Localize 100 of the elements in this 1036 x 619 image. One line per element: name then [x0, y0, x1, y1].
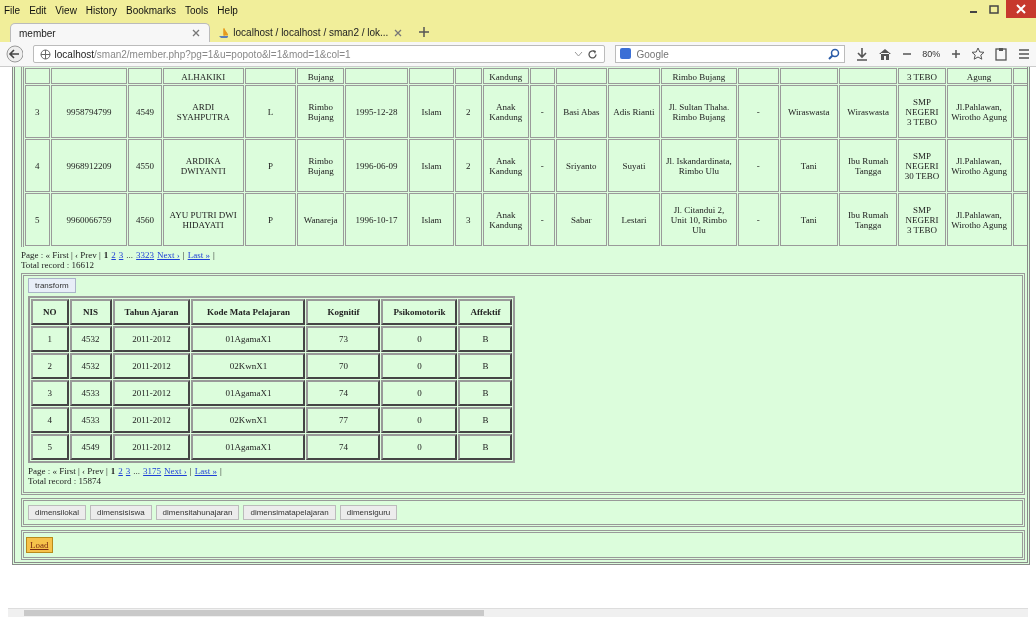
table-cell: 4533	[69, 407, 112, 433]
table-cell: L	[244, 85, 297, 138]
star-icon[interactable]	[971, 47, 985, 61]
table-cell: 02KwnX1	[191, 407, 306, 433]
table-cell: 9958794799	[50, 85, 128, 138]
table-cell: Anak Kandung	[482, 193, 529, 246]
sailboat-icon	[218, 26, 229, 39]
menu-item[interactable]: Help	[217, 4, 238, 16]
column-header: Psikomotorik	[381, 299, 458, 325]
table-cell: -	[738, 193, 779, 246]
menu-item[interactable]: Bookmarks	[126, 4, 176, 16]
dimension-button[interactable]: dimensitahunajaran	[155, 505, 240, 520]
table-cell: -	[529, 139, 555, 192]
table-cell: B	[458, 407, 513, 433]
dimension-button[interactable]: dimensimatapelajaran	[243, 505, 336, 520]
page-link[interactable]: 2	[111, 250, 116, 260]
table-cell: Jl.Pahlawan, Wirotho Agung	[946, 139, 1012, 192]
table-cell: Adis Rianti	[608, 85, 660, 138]
table-cell: Islam	[408, 193, 454, 246]
table-cell: 3	[25, 85, 50, 138]
horizontal-scrollbar[interactable]	[8, 608, 1028, 617]
download-icon[interactable]	[855, 47, 869, 61]
column-header: Tahun Ajaran	[112, 299, 191, 325]
table-cell: Wanareja	[297, 193, 345, 246]
browser-tab[interactable]: localhost / localhost / sman2 / lok...	[210, 23, 410, 42]
table-cell: ARDI SYAHPUTRA	[162, 85, 244, 138]
home-icon[interactable]	[878, 47, 892, 61]
new-tab-icon[interactable]	[418, 26, 430, 38]
clipboard-icon[interactable]	[994, 47, 1008, 61]
table-cell: Anak Kandung	[482, 85, 529, 138]
page-link[interactable]: 2	[118, 466, 123, 476]
load-button[interactable]: Load	[26, 537, 53, 553]
page-link[interactable]: Next ›	[157, 250, 180, 260]
menu-item[interactable]: Tools	[185, 4, 209, 16]
search-icon	[828, 48, 841, 60]
table-cell: Jl. Citandui 2, Unit 10, Rimbo Ulu	[660, 193, 738, 246]
column-header: Kode Mata Pelajaran	[191, 299, 306, 325]
table-cell: -	[529, 193, 555, 246]
table-cell: 2	[454, 139, 482, 192]
menu-item[interactable]: View	[55, 4, 77, 16]
table-cell: Jl.Pahlawan, Wirotho Agung	[946, 85, 1012, 138]
table-cell: 0	[381, 407, 458, 433]
table-cell: 74	[306, 380, 381, 406]
table-cell: Wiraswasta	[838, 85, 898, 138]
table-cell: 77	[306, 407, 381, 433]
restore-icon[interactable]	[986, 2, 1002, 16]
pager-text: |	[189, 466, 192, 476]
table-cell: 4532	[69, 353, 112, 379]
menu-icon[interactable]	[1017, 47, 1030, 61]
page-link[interactable]: 3323	[136, 250, 155, 260]
table-cell: B	[458, 434, 513, 460]
table-cell: 1996-06-09	[345, 139, 408, 192]
pager-text: ...	[126, 250, 134, 260]
page-link[interactable]: Last »	[187, 250, 210, 260]
column-header: Kognitif	[306, 299, 381, 325]
record-count: Total record : 16612	[21, 260, 96, 272]
back-icon[interactable]	[6, 45, 23, 63]
page-link[interactable]: 3	[118, 250, 124, 260]
dimension-button[interactable]: dimensilokal	[28, 505, 87, 520]
page-link[interactable]: 3175	[143, 466, 162, 476]
browser-tab[interactable]: member	[10, 23, 210, 42]
table-cell: Rimbo Bujang	[660, 68, 738, 84]
table-cell: Rimbo Bujang	[297, 85, 345, 138]
page-link[interactable]: Next ›	[164, 466, 187, 476]
table-cell: 4550	[128, 139, 162, 192]
page-link[interactable]: 3	[125, 466, 131, 476]
dimension-button[interactable]: dimensiguru	[339, 505, 398, 520]
address-field[interactable]: localhost/sman2/member.php?pg=1&u=popoto&l=1&mod=1&col=1	[32, 45, 605, 63]
table-cell: 2	[31, 353, 69, 379]
table-cell: B	[458, 353, 513, 379]
table-cell: 01AgamaX1	[191, 326, 306, 352]
menu-item[interactable]: Edit	[29, 4, 47, 16]
table-cell: Suyati	[608, 139, 660, 192]
close-icon[interactable]	[191, 28, 201, 38]
table-cell: P	[244, 139, 297, 192]
table-cell: Wiraswasta	[779, 85, 838, 138]
table-cell: 4549	[128, 85, 162, 138]
column-header: NO	[31, 299, 69, 325]
dimension-button[interactable]: dimensisiswa	[90, 505, 152, 520]
menu-item[interactable]: History	[85, 4, 117, 16]
table-cell: P	[244, 193, 297, 246]
reload-icon[interactable]	[586, 48, 598, 60]
table-cell: 02KwnX1	[191, 353, 306, 379]
table-cell: 4549	[69, 434, 112, 460]
table-cell: Jl. Sultan Thaha. Rimbo Bujang	[660, 85, 738, 138]
table-cell: 1	[31, 326, 69, 352]
zoom-level[interactable]: 80%	[922, 49, 941, 59]
table-cell: 0	[381, 380, 458, 406]
table-cell: Tani	[779, 193, 838, 246]
table-cell: Rimbo Bujang	[297, 139, 345, 192]
close-icon[interactable]	[393, 27, 402, 38]
search-field[interactable]: Google	[614, 45, 846, 63]
zoom-in-icon[interactable]	[950, 48, 962, 60]
table-cell: Lestari	[608, 193, 660, 246]
page-link[interactable]: Last »	[194, 466, 217, 476]
close-icon[interactable]	[1006, 0, 1036, 18]
table-cell: 9968912209	[50, 139, 128, 192]
table-cell: 2011-2012	[112, 434, 191, 460]
menu-item[interactable]: File	[4, 4, 21, 16]
transform-button[interactable]: transform	[28, 278, 76, 293]
